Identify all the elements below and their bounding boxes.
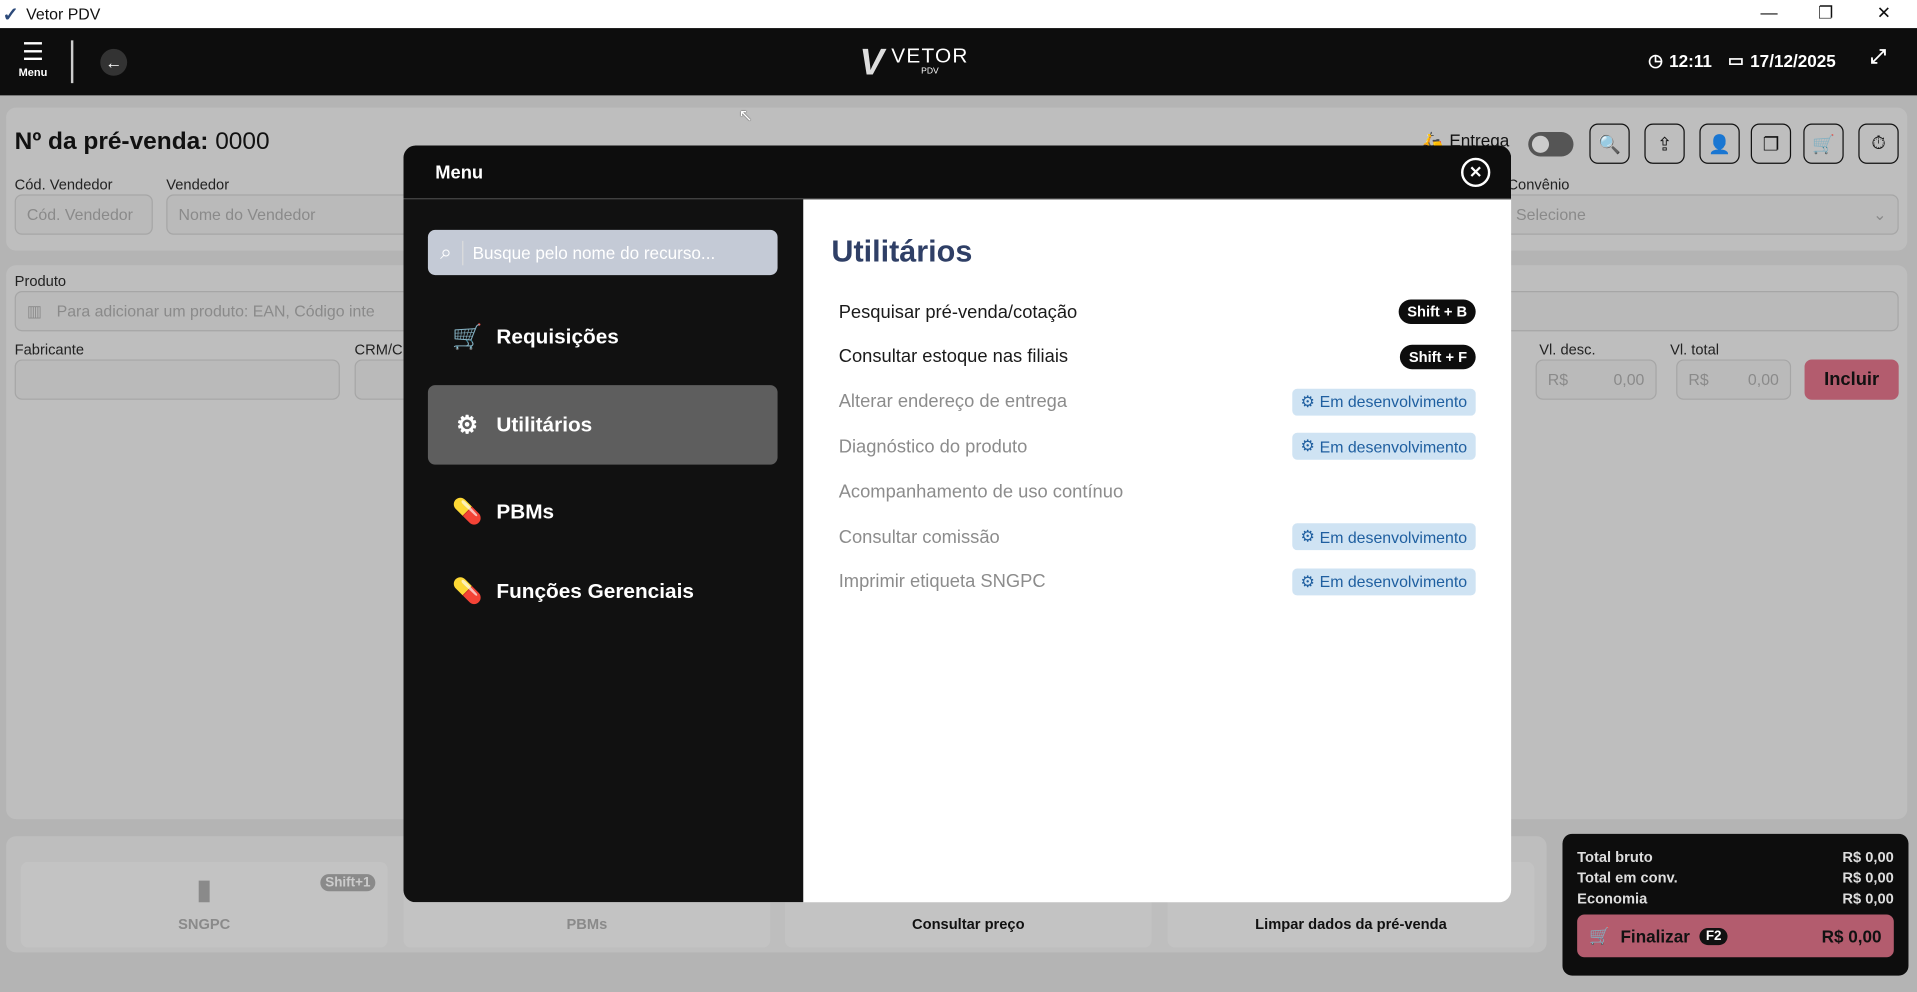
modal-header: Menu ✕ [403, 145, 1512, 200]
utility-item-label: Consultar estoque nas filiais [838, 346, 1069, 368]
mouse-cursor-icon: ↖ [738, 105, 753, 125]
nav-item-utilitarios[interactable]: ⚙ Utilitários [427, 385, 778, 465]
title-bar: ✓ Vetor PDV — ❐ ✕ [0, 0, 1917, 29]
app-logo-icon: ✓ [2, 4, 19, 26]
hand-pills-icon: 💊 [452, 578, 483, 606]
menu-modal: Menu ✕ ⌕ Busque pelo nome do recurso... … [403, 145, 1512, 903]
utility-item-label: Acompanhamento de uso contínuo [838, 481, 1124, 503]
modal-nav: ⌕ Busque pelo nome do recurso... 🛒 Requis… [403, 199, 804, 903]
restore-button[interactable]: ❐ [1818, 2, 1833, 23]
delivery-toggle[interactable] [1528, 132, 1574, 157]
hand-pills-icon: 💊 [452, 498, 483, 526]
window-title: Vetor PDV [26, 4, 101, 24]
clock-icon: ◷ [1648, 50, 1664, 70]
finish-button[interactable]: 🛒 Finalizar F2 R$ 0,00 [1577, 914, 1894, 958]
cart-clock-icon: 🛒 [452, 323, 483, 351]
sale-number: 0000 [215, 128, 270, 156]
utility-item-label: Alterar endereço de entrega [838, 391, 1068, 413]
date: 17/12/2025 [1750, 50, 1836, 71]
utility-item-label: Consultar comissão [838, 526, 1000, 548]
discount-input[interactable]: R$ 0,00 [1535, 359, 1657, 400]
barcode-icon: ▥ [26, 301, 42, 320]
manufacturer-input[interactable] [14, 359, 340, 400]
minimize-button[interactable]: — [1761, 2, 1778, 22]
copy-icon[interactable]: ❐ [1750, 123, 1792, 164]
utility-item-label: Diagnóstico do produto [838, 436, 1028, 458]
in-development-badge: ⚙ Em desenvolvimento [1291, 523, 1476, 551]
search-icon: ⌕ [440, 240, 463, 265]
add-user-icon[interactable]: 👤 [1699, 123, 1740, 164]
document-icon: ▮ [196, 874, 212, 905]
section-title: Utilitários [831, 234, 973, 269]
gear-tool-icon: ⚙ [456, 412, 478, 439]
close-window-button[interactable]: ✕ [1877, 2, 1891, 23]
search-input[interactable]: ⌕ Busque pelo nome do recurso... [427, 229, 778, 276]
in-development-badge: ⚙ Em desenvolvimento [1291, 433, 1476, 461]
utility-item[interactable]: Alterar endereço de entrega ⚙ Em desenvolv… [839, 387, 1476, 416]
utility-item[interactable]: Consultar estoque nas filiais Shift + F [839, 342, 1476, 371]
cart-icon[interactable]: 🛒 [1803, 123, 1844, 164]
menu-button[interactable]: ☰ Menu [16, 39, 50, 78]
shortcut-badge: Shift+1 [320, 874, 376, 892]
utility-item[interactable]: Pesquisar pré-venda/cotação Shift + B [839, 297, 1476, 326]
utility-item[interactable]: Diagnóstico do produto ⚙ Em desenvolviment… [839, 432, 1476, 461]
nav-item-funcoes-gerenciais[interactable]: 💊 Funções Gerenciais [428, 551, 778, 630]
time: 12:11 [1669, 50, 1712, 71]
in-development-badge: ⚙ Em desenvolvimento [1291, 388, 1476, 416]
gear-icon: ⚙ [1300, 571, 1315, 591]
gear-icon: ⚙ [1300, 436, 1315, 456]
vetor-logo: V VETOR PDV [859, 42, 969, 84]
shortcut-badge: Shift + B [1398, 299, 1476, 324]
utility-item[interactable]: Imprimir etiqueta SNGPC ⚙ Em desenvolvimen… [839, 567, 1476, 596]
close-modal-button[interactable]: ✕ [1461, 157, 1491, 188]
calendar-icon: ▭ [1727, 50, 1745, 70]
nav-item-pbms[interactable]: 💊 PBMs [428, 472, 778, 551]
gear-icon: ⚙ [1300, 391, 1315, 411]
back-button[interactable]: ← [100, 48, 128, 76]
seller-input[interactable]: Nome do Vendedor [166, 194, 411, 235]
hamburger-icon: ☰ [22, 39, 44, 67]
utility-item[interactable]: Consultar comissão ⚙ Em desenvolvimento [839, 522, 1476, 551]
in-development-badge: ⚙ Em desenvolvimento [1291, 568, 1476, 596]
shortcut-badge: Shift + F [1400, 344, 1476, 369]
chevron-down-icon: ⌄ [1873, 204, 1887, 224]
utility-item-label: Imprimir etiqueta SNGPC [838, 571, 1046, 593]
tile-sngpc[interactable]: ▮ Shift+1 SNGPC [20, 861, 388, 948]
fullscreen-icon[interactable]: ⤢ [1871, 46, 1887, 68]
divider [70, 40, 74, 84]
app-header: ☰ Menu ← V VETOR PDV ◷ 12:11 ▭ 17/12/2025 ⤢ [0, 28, 1917, 96]
totals-panel: Total bruto R$ 0,00 Total em conv. R$ 0,00… [1562, 833, 1909, 976]
cart-icon: 🛒 [1589, 925, 1611, 946]
search-document-icon[interactable]: 🔍 [1589, 123, 1630, 164]
seller-code-input[interactable]: Cód. Vendedor [14, 194, 153, 235]
utility-item-label: Pesquisar pré-venda/cotação [838, 301, 1078, 323]
timer-bag-icon[interactable]: ⏱ [1858, 123, 1899, 164]
share-icon[interactable]: ⇪ [1644, 123, 1685, 164]
utility-item[interactable]: Acompanhamento de uso contínuo [839, 477, 1476, 506]
total-input[interactable]: R$ 0,00 [1676, 359, 1792, 400]
include-button[interactable]: Incluir [1804, 359, 1899, 400]
gear-icon: ⚙ [1300, 526, 1315, 546]
agreement-select[interactable]: Selecione ⌄ [1503, 194, 1899, 235]
nav-item-requisicoes[interactable]: 🛒 Requisições [428, 297, 778, 376]
